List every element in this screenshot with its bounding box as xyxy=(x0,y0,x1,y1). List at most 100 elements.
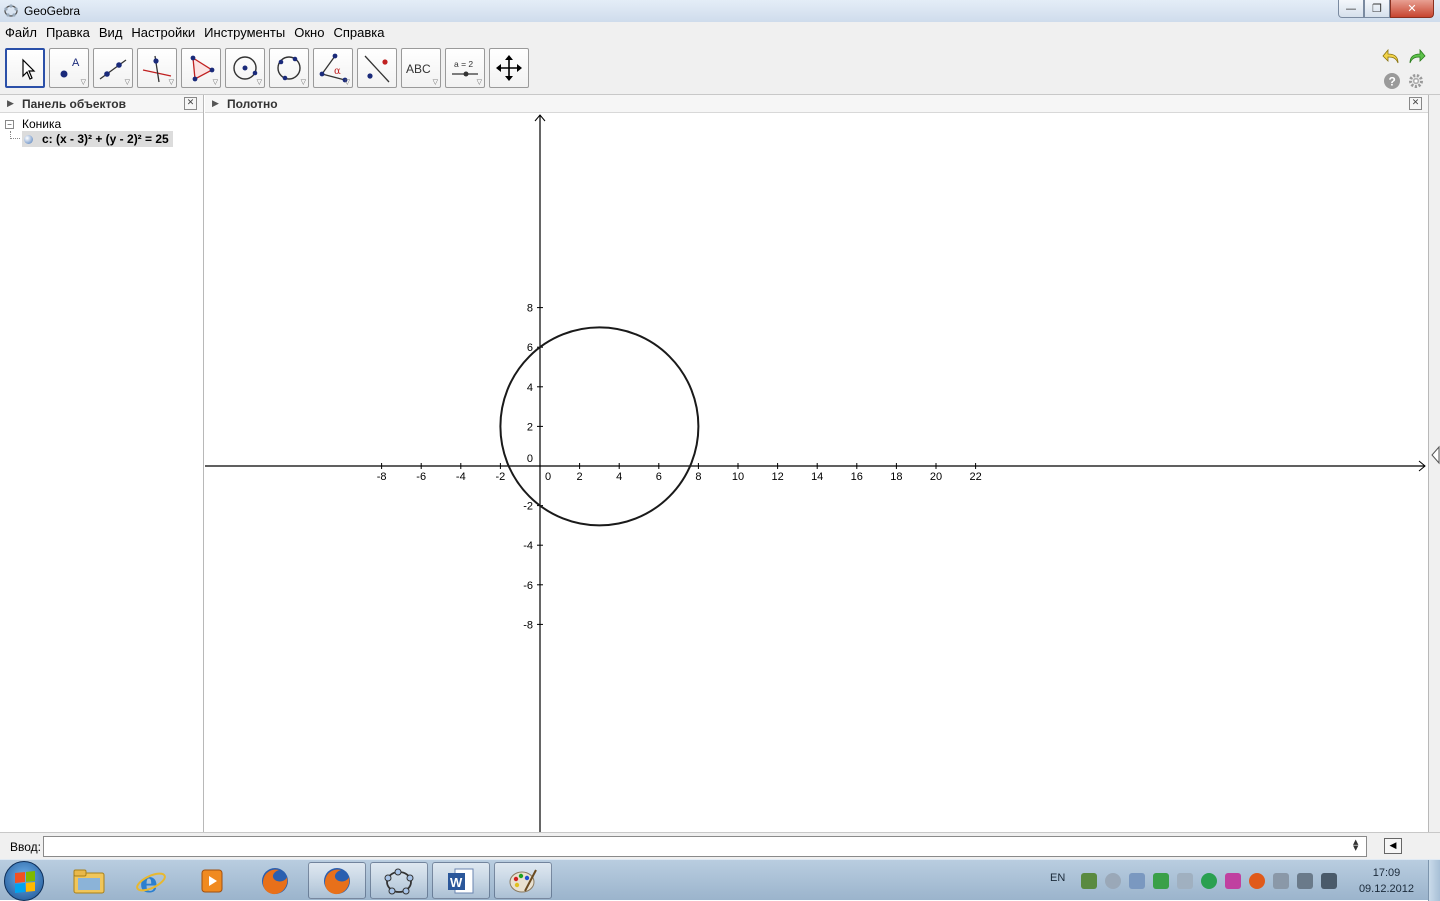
menu-tools[interactable]: Инструменты xyxy=(204,25,285,40)
menu-help[interactable]: Справка xyxy=(333,25,384,40)
slider-tool-button[interactable]: a = 2 ▽ xyxy=(445,48,485,88)
perpendicular-tool-button[interactable]: ▽ xyxy=(137,48,177,88)
tree-group-conic[interactable]: − Коника xyxy=(0,117,203,131)
graphics-view: ▶ Полотно ✕ -8 -6 -4 -2 2 4 6 8 10 12 14 16 18 20 22 8 6… xyxy=(205,95,1429,832)
algebra-panel: ▶ Панель объектов ✕ − Коника c: (x - 3)²… xyxy=(0,95,204,832)
taskbar-ie[interactable]: e xyxy=(122,862,180,899)
object-definition: c: (x - 3)² + (y - 2)² = 25 xyxy=(42,132,169,146)
origin-label-y: 0 xyxy=(527,453,533,465)
x-tick-label: 22 xyxy=(969,471,981,483)
geogebra-logo-icon xyxy=(4,4,18,17)
svg-text:A: A xyxy=(72,57,80,69)
tree-connector xyxy=(10,131,20,139)
opera-icon[interactable] xyxy=(1249,872,1266,889)
list-item[interactable]: c: (x - 3)² + (y - 2)² = 25 xyxy=(10,131,203,147)
start-button[interactable] xyxy=(4,861,44,901)
move-tool-button[interactable] xyxy=(5,48,45,88)
text-tool-button[interactable]: ABC ▽ xyxy=(401,48,441,88)
y-tick-label: -2 xyxy=(523,501,533,513)
input-help-button[interactable]: ◀ xyxy=(1384,838,1402,854)
action-center-flag-icon[interactable] xyxy=(1273,872,1290,889)
y-tick-label: -4 xyxy=(523,540,533,552)
menu-bar: Файл Правка Вид Настройки Инструменты Ок… xyxy=(0,22,1440,43)
redo-icon xyxy=(1409,48,1426,64)
y-tick-label: 8 xyxy=(527,303,533,315)
geogebra-logo-icon xyxy=(384,868,414,894)
move-graphics-tool-button[interactable] xyxy=(489,48,529,88)
title-bar: GeoGebra — ❐ ✕ xyxy=(0,0,1440,22)
onenote-icon[interactable] xyxy=(1225,872,1242,889)
settings-button[interactable] xyxy=(1406,71,1426,91)
tree-group-label: Коника xyxy=(22,117,62,131)
restore-button[interactable]: ❐ xyxy=(1364,0,1390,18)
show-desktop-button[interactable] xyxy=(1428,860,1440,901)
visibility-toggle-icon[interactable] xyxy=(24,134,33,144)
circle-tool-button[interactable]: ▽ xyxy=(225,48,265,88)
input-history-arrows-icon[interactable]: ▲ ▼ xyxy=(1353,839,1358,852)
close-window-button[interactable]: ✕ xyxy=(1390,0,1434,18)
graphics-canvas[interactable]: -8 -6 -4 -2 2 4 6 8 10 12 14 16 18 20 22 8 6 4 2 -2 -4 -6 -8 00 xyxy=(205,113,1429,832)
x-tick-label: 8 xyxy=(695,471,701,483)
angle-tool-button[interactable]: α ▽ xyxy=(313,48,353,88)
y-tick-label: 4 xyxy=(527,382,533,394)
algebra-panel-close-button[interactable]: ✕ xyxy=(184,97,197,110)
input-field[interactable] xyxy=(43,836,1367,857)
firefox-icon xyxy=(262,867,288,894)
svg-text:α: α xyxy=(334,66,341,77)
tool-menu-arrow-icon: ▽ xyxy=(80,78,86,86)
redo-button[interactable] xyxy=(1406,47,1426,67)
taskbar-explorer[interactable] xyxy=(60,862,118,899)
undo-redo-group xyxy=(1382,47,1426,67)
internet-explorer-icon: e xyxy=(136,866,166,897)
nvidia-icon[interactable] xyxy=(1153,872,1170,889)
minimize-button[interactable]: — xyxy=(1338,0,1364,18)
graphics-panel-close-button[interactable]: ✕ xyxy=(1409,97,1422,110)
help-button[interactable]: ? xyxy=(1382,71,1402,91)
line-tool-button[interactable]: ▽ xyxy=(93,48,133,88)
paint-icon xyxy=(509,869,537,892)
safely-remove-icon[interactable] xyxy=(1177,872,1194,889)
object-entry[interactable]: c: (x - 3)² + (y - 2)² = 25 xyxy=(22,131,173,147)
panel-collapse-arrow-icon[interactable]: ▶ xyxy=(7,99,14,109)
taskbar-firefox[interactable] xyxy=(246,862,304,899)
window-controls: — ❐ ✕ xyxy=(1338,0,1434,18)
sync-icon[interactable] xyxy=(1201,872,1218,889)
taskbar-geogebra[interactable] xyxy=(370,862,428,899)
menu-window[interactable]: Окно xyxy=(294,25,324,40)
language-indicator[interactable]: EN xyxy=(1050,872,1065,884)
side-strip xyxy=(1429,95,1440,832)
disk-icon[interactable] xyxy=(1105,872,1122,889)
tree-collapse-icon[interactable]: − xyxy=(5,119,14,129)
tool-menu-arrow-icon: ▽ xyxy=(168,78,174,86)
gear-icon xyxy=(1409,74,1423,88)
taskbar-media-player[interactable] xyxy=(184,862,242,899)
x-tick-label: 2 xyxy=(577,471,583,483)
panel-collapse-arrow-icon[interactable]: ▶ xyxy=(212,99,219,109)
expand-panel-arrow-icon[interactable] xyxy=(1430,445,1440,465)
x-tick-label: 12 xyxy=(771,471,783,483)
menu-settings[interactable]: Настройки xyxy=(131,25,195,40)
input-label: Ввод: xyxy=(10,840,41,854)
clock[interactable]: 17:09 09.12.2012 xyxy=(1359,865,1414,897)
menu-edit[interactable]: Правка xyxy=(46,25,90,40)
polygon-tool-button[interactable]: ▽ xyxy=(181,48,221,88)
volume-icon[interactable] xyxy=(1297,872,1314,889)
move-graphics-view-icon xyxy=(496,55,522,81)
tool-menu-arrow-icon: ▽ xyxy=(344,78,350,86)
antivirus-icon[interactable] xyxy=(1081,872,1098,889)
menu-view[interactable]: Вид xyxy=(99,25,123,40)
network-icon[interactable] xyxy=(1321,872,1338,889)
menu-file[interactable]: Файл xyxy=(5,25,37,40)
conic-tool-button[interactable]: ▽ xyxy=(269,48,309,88)
reflect-tool-button[interactable] xyxy=(357,48,397,88)
taskbar-firefox-window[interactable] xyxy=(308,862,366,899)
svg-text:e: e xyxy=(140,866,158,897)
taskbar-word[interactable]: W xyxy=(432,862,490,899)
point-tool-button[interactable]: A ▽ xyxy=(49,48,89,88)
network-device-icon[interactable] xyxy=(1129,872,1146,889)
windows-logo-icon xyxy=(15,870,35,894)
taskbar-paint[interactable] xyxy=(494,862,552,899)
help-settings-group: ? xyxy=(1382,71,1426,91)
window-title: GeoGebra xyxy=(24,4,81,18)
undo-button[interactable] xyxy=(1382,47,1402,67)
